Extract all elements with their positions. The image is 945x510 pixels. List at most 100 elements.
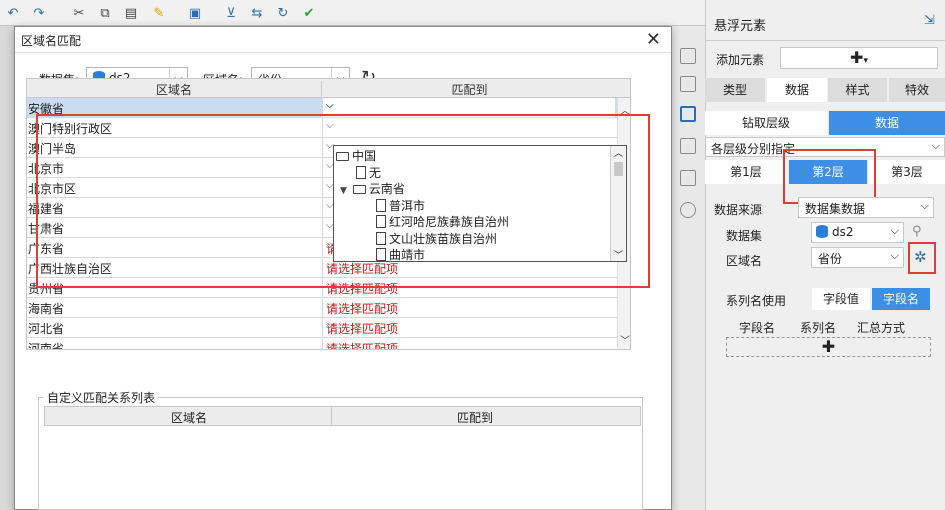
- folder-icon: [336, 152, 349, 161]
- copy-icon[interactable]: ⧉: [96, 4, 114, 22]
- layer-2-button[interactable]: 第2层: [789, 160, 867, 184]
- swap-icon[interactable]: ⇆: [248, 4, 266, 22]
- layer-3-button[interactable]: 第3层: [869, 160, 945, 184]
- chevron-down-icon[interactable]: ⌵: [326, 120, 613, 131]
- chevron-down-icon[interactable]: ⌵: [326, 340, 613, 349]
- widget-icon[interactable]: [680, 76, 696, 92]
- col-summary: 汇总方式: [857, 321, 906, 335]
- region-cell: 福建省: [28, 202, 65, 216]
- chevron-down-icon: ⌵: [890, 224, 899, 237]
- match-cell[interactable]: 请选择匹配项⌵: [322, 278, 615, 297]
- undo-icon[interactable]: ↶: [4, 4, 22, 22]
- check-icon[interactable]: ✔: [300, 4, 318, 22]
- chevron-down-icon: ⌵: [931, 139, 940, 152]
- panel-dataset-label: 数据集: [726, 229, 763, 243]
- region-cell: 甘肃省: [28, 222, 65, 236]
- link-icon[interactable]: [680, 202, 696, 218]
- chevron-down-icon[interactable]: ⌵: [326, 280, 613, 291]
- side-toolbar: [672, 40, 705, 510]
- condition-icon[interactable]: [680, 170, 696, 186]
- chevron-down-icon[interactable]: ⌵: [326, 320, 613, 331]
- region-cell: 澳门半岛: [28, 142, 77, 156]
- format-brush-icon[interactable]: ✎: [150, 4, 168, 22]
- add-element-label: 添加元素: [716, 53, 765, 67]
- level-select[interactable]: 各层级分别指定 ⌵: [705, 137, 945, 157]
- file-icon: [376, 215, 386, 228]
- series-field-name-button[interactable]: 字段名: [872, 288, 930, 310]
- refresh-tool-icon[interactable]: ↻: [274, 4, 292, 22]
- file-icon: [376, 232, 386, 245]
- table-header: 区域名 匹配到: [27, 79, 630, 98]
- insert-icon[interactable]: ▣: [186, 4, 204, 22]
- custom-col-match: 匹配到: [457, 411, 494, 425]
- region-cell: 海南省: [28, 302, 65, 316]
- panel-tab[interactable]: 样式: [828, 78, 887, 102]
- match-cell[interactable]: ⌵: [322, 118, 615, 137]
- region-cell: 安徽省: [28, 102, 65, 116]
- table-row[interactable]: 河北省 请选择匹配项 ⌵: [27, 318, 617, 338]
- source-select[interactable]: 数据集数据 ⌵: [798, 197, 934, 218]
- add-series-button[interactable]: ✚: [726, 337, 931, 357]
- folder-icon: [352, 185, 366, 194]
- gear-icon[interactable]: ✲: [914, 248, 927, 266]
- panel-region-select[interactable]: 省份 ⌵: [811, 247, 904, 268]
- close-icon[interactable]: ✕: [646, 29, 661, 50]
- float-element-icon[interactable]: [680, 106, 696, 122]
- filter-icon[interactable]: ⊻: [222, 4, 240, 22]
- cut-icon[interactable]: ✂: [70, 4, 88, 22]
- panel-dataset-select[interactable]: ds2 ⌵: [811, 222, 904, 243]
- col-match-header: 匹配到: [321, 81, 617, 98]
- chevron-down-icon[interactable]: ⌵: [326, 100, 613, 111]
- add-element-button[interactable]: ✚▾: [780, 47, 938, 69]
- region-cell: 贵州省: [28, 282, 65, 296]
- cell-icon[interactable]: [680, 138, 696, 154]
- tree-node-item[interactable]: 曲靖市: [376, 246, 425, 263]
- collapse-icon[interactable]: ⇲: [924, 13, 935, 28]
- match-cell[interactable]: 请选择匹配项⌵: [322, 318, 615, 337]
- chevron-down-icon: ⌵: [890, 249, 899, 262]
- panel-title: 悬浮元素: [714, 19, 767, 34]
- tree-node-item[interactable]: 文山壮族苗族自治州: [376, 230, 497, 247]
- scroll-down-icon[interactable]: ﹀: [620, 332, 630, 347]
- custom-col-region: 区域名: [171, 411, 208, 425]
- panel-tab[interactable]: 特效: [889, 78, 945, 102]
- drill-level-tab[interactable]: 钻取层级: [705, 111, 827, 135]
- table-row[interactable]: 贵州省 请选择匹配项 ⌵: [27, 278, 617, 298]
- tree-node-none[interactable]: 无: [356, 164, 381, 181]
- panel-region-label: 区域名: [726, 254, 763, 268]
- series-field-value-button[interactable]: 字段值: [812, 288, 870, 310]
- redo-icon[interactable]: ↷: [30, 4, 48, 22]
- match-cell[interactable]: 请选择匹配项⌵: [322, 338, 615, 349]
- region-cell: 河南省: [28, 342, 65, 350]
- panel-tab[interactable]: 类型: [705, 78, 765, 102]
- search-icon[interactable]: ⚲: [912, 224, 922, 239]
- chevron-down-icon[interactable]: ⌵: [326, 300, 613, 311]
- match-cell[interactable]: ⌵: [322, 98, 615, 117]
- file-icon: [356, 166, 366, 179]
- data-tab-active[interactable]: 数据: [829, 111, 945, 135]
- paste-icon[interactable]: ▤: [122, 4, 140, 22]
- dialog-titlebar: 区域名匹配 ✕: [15, 27, 671, 53]
- dialog-title: 区域名匹配: [21, 34, 82, 48]
- col-field-name: 字段名: [739, 321, 776, 335]
- chevron-down-icon: ⌵: [920, 199, 929, 212]
- col-region-header: 区域名: [155, 83, 192, 97]
- tree-node-item[interactable]: 红河哈尼族彝族自治州: [376, 213, 509, 230]
- tree-scrollbar[interactable]: ︿ ﹀: [610, 146, 626, 261]
- file-icon: [376, 248, 386, 261]
- match-tree-dropdown[interactable]: 中国 无 ▼ 云南省 普洱市 红河哈尼族彝族自治州 文山壮族苗族自治州 曲靖市 ︿…: [333, 145, 627, 262]
- scroll-up-icon[interactable]: ︿: [620, 102, 630, 117]
- layout-icon[interactable]: [680, 48, 696, 64]
- tree-node-item[interactable]: 普洱市: [376, 197, 425, 214]
- table-row[interactable]: 海南省 请选择匹配项 ⌵: [27, 298, 617, 318]
- region-cell: 广西壮族自治区: [28, 262, 113, 276]
- layer-1-button[interactable]: 第1层: [705, 160, 787, 184]
- table-row[interactable]: 安徽省 ⌵: [27, 98, 617, 118]
- tree-node-province[interactable]: ▼ 云南省: [340, 180, 405, 197]
- table-row[interactable]: 河南省 请选择匹配项 ⌵: [27, 338, 617, 350]
- tree-node-root[interactable]: 中国: [336, 147, 376, 164]
- table-row[interactable]: 澳门特别行政区 ⌵: [27, 118, 617, 138]
- region-cell: 广东省: [28, 242, 65, 256]
- panel-tab[interactable]: 数据: [767, 78, 827, 102]
- match-cell[interactable]: 请选择匹配项⌵: [322, 298, 615, 317]
